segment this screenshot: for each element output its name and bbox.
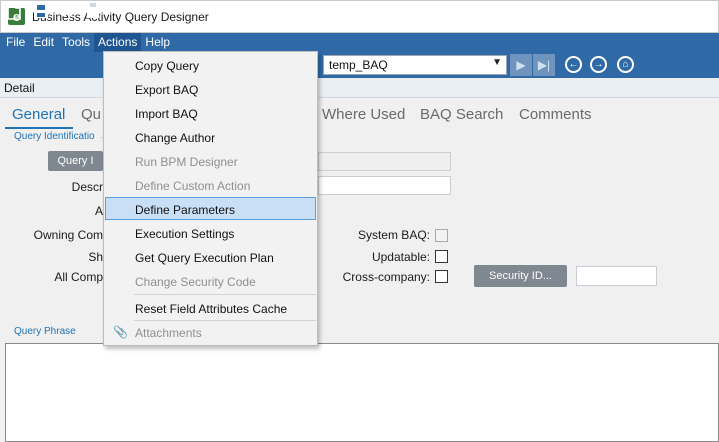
dropdown-arrow-icon[interactable]: ▼	[492, 57, 502, 68]
query-id-field[interactable]	[318, 152, 451, 171]
description-label: Descr	[71, 180, 103, 194]
menu-item-label: Change Security Code	[135, 275, 256, 289]
menu-item-define-custom-action: Define Custom Action	[105, 174, 316, 197]
tab-where-used[interactable]: Where Used	[322, 106, 405, 123]
system-baq-label: System BAQ:	[357, 228, 430, 242]
section-query-identification: Query Identificatio	[14, 131, 95, 142]
menu-item-label: Export BAQ	[135, 83, 199, 97]
query-selector-combo[interactable]: temp_BAQ ▼	[323, 55, 507, 75]
menu-edit[interactable]: Edit	[29, 33, 58, 52]
menu-item-label: Change Author	[135, 131, 216, 145]
menu-item-label: Copy Query	[135, 59, 200, 73]
tab-comments[interactable]: Comments	[519, 106, 592, 123]
menu-item-import-baq[interactable]: Import BAQ	[105, 102, 316, 125]
owning-company-label: Owning Com	[33, 228, 103, 242]
last-record-icon[interactable]: ▶|	[533, 54, 555, 76]
query-selector-value: temp_BAQ	[329, 58, 388, 72]
menu-item-label: Get Query Execution Plan	[135, 251, 274, 265]
detail-label: Detail	[4, 81, 35, 95]
shared-label: Sh	[88, 250, 103, 264]
menu-item-change-author[interactable]: Change Author	[105, 126, 316, 149]
paperclip-icon: 📎	[113, 325, 128, 339]
section-query-phrase: Query Phrase	[14, 326, 76, 337]
tab-general[interactable]: General	[12, 106, 65, 123]
menu-item-label: Define Custom Action	[135, 179, 251, 193]
menu-item-label: Run BPM Designer	[135, 155, 238, 169]
menu-item-label: Define Parameters	[135, 203, 236, 217]
menu-item-label: Attachments	[135, 326, 202, 340]
updatable-label: Updatable:	[371, 250, 430, 264]
menu-separator	[134, 294, 316, 295]
save-icon[interactable]	[31, 3, 51, 23]
author-label: A	[94, 204, 103, 218]
active-tab-indicator	[5, 127, 73, 129]
home-icon[interactable]: ⌂	[617, 56, 634, 73]
title-bar: e Business Activity Query Designer	[0, 0, 719, 33]
forward-arrow-icon[interactable]: →	[590, 56, 607, 73]
query-id-button[interactable]: Query I	[48, 151, 103, 171]
menu-item-label: Reset Field Attributes Cache	[135, 302, 288, 316]
cross-company-label: Cross-company:	[342, 270, 430, 284]
menu-item-copy-query[interactable]: Copy Query	[105, 54, 316, 77]
system-baq-checkbox	[435, 229, 448, 242]
menu-item-attachments: 📎 Attachments	[105, 321, 316, 344]
menu-item-run-bpm-designer: Run BPM Designer	[105, 150, 316, 173]
menu-item-get-query-execution-plan[interactable]: Get Query Execution Plan	[105, 246, 316, 269]
menu-item-label: Execution Settings	[135, 227, 235, 241]
menu-item-reset-field-attributes-cache[interactable]: Reset Field Attributes Cache	[105, 297, 316, 320]
security-id-button[interactable]: Security ID...	[474, 265, 567, 287]
menu-item-export-baq[interactable]: Export BAQ	[105, 78, 316, 101]
menu-bar: File Edit Tools Actions Help	[0, 33, 719, 52]
clipboard-icon[interactable]	[83, 3, 103, 23]
actions-dropdown-menu: Copy Query Export BAQ Import BAQ Change …	[103, 51, 318, 346]
query-phrase-textarea[interactable]	[5, 343, 719, 442]
description-field[interactable]	[318, 176, 451, 195]
menu-item-define-parameters[interactable]: Define Parameters	[105, 197, 316, 220]
back-arrow-icon[interactable]: ←	[565, 56, 582, 73]
security-id-field[interactable]	[576, 266, 657, 286]
next-record-icon[interactable]: ▶	[510, 54, 532, 76]
menu-item-change-security-code: Change Security Code	[105, 270, 316, 293]
menu-item-execution-settings[interactable]: Execution Settings	[105, 222, 316, 245]
all-companies-label: All Comp	[54, 270, 103, 284]
new-icon[interactable]	[4, 3, 24, 23]
menu-tools[interactable]: Tools	[58, 33, 94, 52]
tab-query[interactable]: Qu	[81, 106, 101, 123]
menu-actions[interactable]: Actions	[94, 33, 142, 52]
menu-file[interactable]: File	[2, 33, 29, 52]
updatable-checkbox[interactable]	[435, 250, 448, 263]
delete-icon[interactable]: ✖	[57, 3, 77, 23]
menu-item-label: Import BAQ	[135, 107, 198, 121]
menu-help[interactable]: Help	[141, 33, 174, 52]
cross-company-checkbox[interactable]	[435, 270, 448, 283]
tab-baq-search[interactable]: BAQ Search	[420, 106, 503, 123]
